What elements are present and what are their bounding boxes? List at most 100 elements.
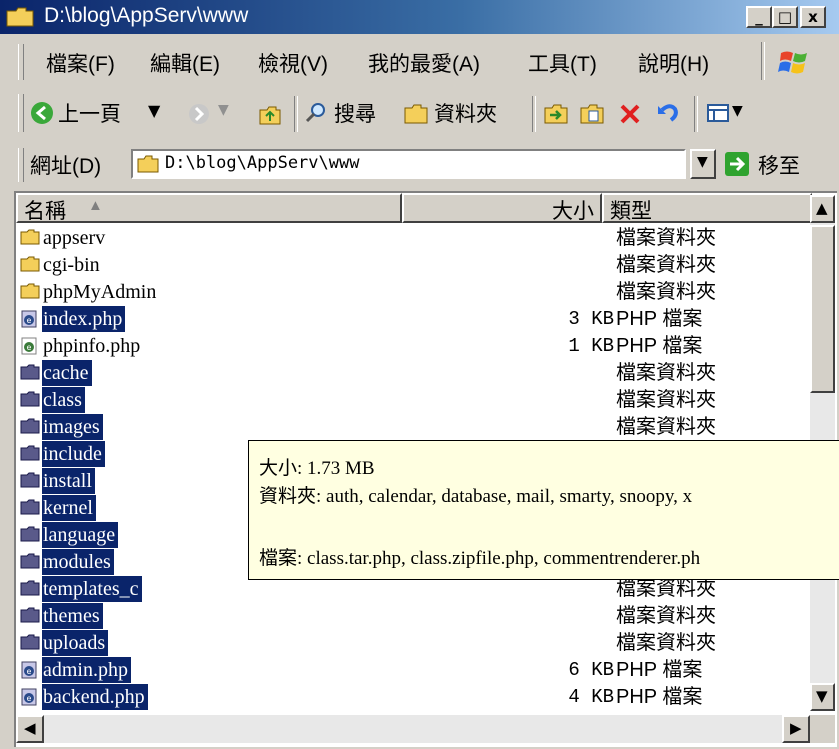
file-name: appserv: [43, 227, 106, 249]
menu-tools[interactable]: 工具(T): [528, 48, 597, 78]
menu-help[interactable]: 說明(H): [638, 48, 709, 78]
column-header-type[interactable]: 類型: [602, 193, 812, 223]
file-type: 檔案資料夾: [616, 416, 716, 438]
file-type: 檔案資料夾: [616, 254, 716, 276]
arrow-left-icon: ◀: [24, 719, 36, 737]
folder-icon: [6, 7, 34, 27]
back-button[interactable]: 上一頁 ▼: [30, 96, 180, 130]
file-type: PHP 檔案: [616, 308, 703, 330]
file-row[interactable]: e index.php 3 KB PHP 檔案: [16, 306, 806, 333]
copy-to-icon[interactable]: [580, 102, 606, 126]
file-name: kernel: [42, 495, 96, 521]
php-file-icon: e: [20, 310, 38, 332]
search-label: 搜尋: [334, 103, 376, 126]
arrow-right-icon: ▶: [790, 719, 802, 737]
file-name: themes: [42, 603, 103, 629]
column-header-size[interactable]: 大小: [402, 193, 602, 223]
forward-arrow-icon: [189, 104, 209, 124]
file-row[interactable]: cgi-bin 檔案資料夾: [16, 252, 806, 279]
explorer-window: D:\blog\AppServ\www _ □ x 檔案(F) 編輯(E) 檢視…: [0, 0, 839, 749]
folder-icon: [20, 256, 40, 276]
menu-edit[interactable]: 編輯(E): [150, 48, 220, 78]
views-dropdown-icon[interactable]: ▼: [732, 103, 743, 119]
address-dropdown-button[interactable]: ▼: [690, 149, 716, 179]
menu-bar: 檔案(F) 編輯(E) 檢視(V) 我的最愛(A) 工具(T) 說明(H): [0, 38, 839, 84]
file-type: 檔案資料夾: [616, 632, 716, 654]
menu-favorites[interactable]: 我的最愛(A): [368, 48, 480, 78]
move-to-icon[interactable]: [544, 102, 570, 126]
menu-grip[interactable]: [18, 44, 24, 80]
folder-icon: [20, 391, 40, 411]
scroll-down-button[interactable]: ▼: [810, 683, 835, 711]
forward-dropdown-icon[interactable]: ▼: [218, 102, 229, 118]
tooltip-folders: 資料夾: auth, calendar, database, mail, sma…: [259, 486, 693, 507]
menu-view[interactable]: 檢視(V): [258, 48, 328, 78]
size-grip[interactable]: [810, 715, 835, 743]
minimize-button[interactable]: _: [746, 6, 772, 28]
undo-icon[interactable]: [656, 101, 680, 125]
file-name: templates_c: [42, 576, 142, 602]
file-row[interactable]: templates_c 檔案資料夾: [16, 576, 806, 603]
scroll-right-button[interactable]: ▶: [782, 715, 810, 743]
delete-icon[interactable]: [618, 102, 642, 126]
standard-toolbar: 上一頁 ▼ ▼ 搜尋 資料夾 ▼: [0, 86, 839, 138]
go-button[interactable]: 移至: [724, 148, 834, 180]
file-row[interactable]: appserv 檔案資料夾: [16, 225, 806, 252]
file-row[interactable]: e admin.php 6 KB PHP 檔案: [16, 657, 806, 684]
chevron-down-icon: ▼: [697, 154, 708, 170]
php-file-icon: e: [20, 661, 38, 683]
file-name: backend.php: [42, 684, 148, 710]
file-row[interactable]: images 檔案資料夾: [16, 414, 806, 441]
close-icon: x: [808, 8, 818, 26]
menu-separator: [761, 42, 765, 80]
minimize-icon: _: [755, 8, 763, 26]
file-name: cgi-bin: [43, 254, 100, 276]
toolbar-grip[interactable]: [18, 94, 24, 132]
column-name-label: 名稱: [24, 200, 66, 223]
tooltip-size: 大小: 1.73 MB: [259, 458, 375, 479]
folder-icon: [20, 229, 40, 249]
back-label: 上一頁: [58, 103, 121, 126]
file-type: PHP 檔案: [616, 659, 703, 681]
file-row[interactable]: e backend.php 4 KB PHP 檔案: [16, 684, 806, 711]
folder-icon: [20, 634, 40, 654]
file-row[interactable]: e phpinfo.php 1 KB PHP 檔案: [16, 333, 806, 360]
folder-icon: [20, 526, 40, 546]
file-row[interactable]: uploads 檔案資料夾: [16, 630, 806, 657]
folder-icon: [20, 553, 40, 573]
file-type: 檔案資料夾: [616, 227, 716, 249]
title-bar[interactable]: D:\blog\AppServ\www _ □ x: [0, 0, 839, 34]
address-label: 網址(D): [30, 155, 102, 178]
menu-file[interactable]: 檔案(F): [46, 48, 115, 78]
file-size: 1 KB: [568, 335, 614, 357]
forward-button[interactable]: ▼: [188, 96, 242, 130]
file-row[interactable]: themes 檔案資料夾: [16, 603, 806, 630]
sort-ascending-icon: ▲: [88, 197, 103, 214]
folders-button[interactable]: 資料夾: [404, 96, 524, 130]
back-dropdown-icon[interactable]: ▼: [148, 101, 160, 120]
search-button[interactable]: 搜尋: [304, 96, 394, 130]
address-input[interactable]: D:\blog\AppServ\www: [131, 149, 686, 179]
file-type: 檔案資料夾: [616, 605, 716, 627]
scroll-left-button[interactable]: ◀: [16, 715, 44, 743]
file-row[interactable]: cache 檔案資料夾: [16, 360, 806, 387]
scroll-up-button[interactable]: ▲: [810, 195, 835, 223]
folder-icon: [137, 155, 159, 173]
address-grip[interactable]: [18, 148, 24, 182]
file-row[interactable]: class 檔案資料夾: [16, 387, 806, 414]
go-arrow-icon: [725, 152, 749, 176]
column-header-name[interactable]: 名稱 ▲: [16, 193, 402, 223]
views-button[interactable]: ▼: [706, 100, 756, 128]
arrow-up-icon: ▲: [816, 199, 828, 217]
file-row[interactable]: phpMyAdmin 檔案資料夾: [16, 279, 806, 306]
file-name: uploads: [42, 630, 109, 656]
close-button[interactable]: x: [800, 6, 826, 28]
address-value: D:\blog\AppServ\www: [165, 153, 360, 173]
scroll-thumb[interactable]: [810, 225, 835, 393]
folder-icon: [20, 580, 40, 600]
maximize-button[interactable]: □: [772, 6, 798, 28]
horizontal-scrollbar[interactable]: ◀ ▶: [16, 715, 810, 743]
up-folder-icon[interactable]: [258, 102, 282, 126]
file-size: 3 KB: [568, 308, 614, 330]
file-type: PHP 檔案: [616, 335, 703, 357]
